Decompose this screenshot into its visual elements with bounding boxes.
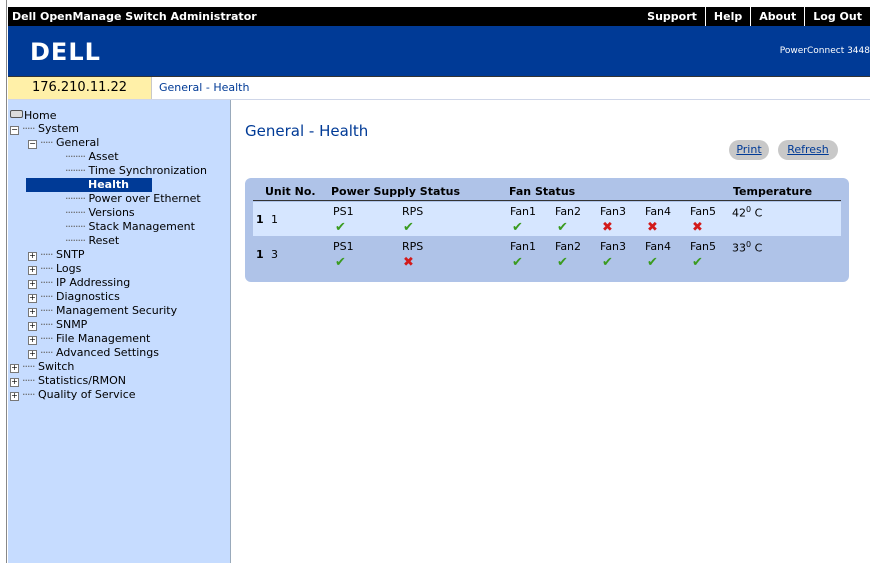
dell-logo: DELL bbox=[30, 38, 101, 66]
check-icon: ✔ bbox=[602, 255, 613, 270]
window-edge bbox=[0, 0, 8, 563]
expand-icon[interactable]: + bbox=[10, 392, 19, 401]
top-bar: Dell OpenManage Switch Administrator Sup… bbox=[8, 7, 870, 26]
row-marker: 1 bbox=[256, 213, 264, 226]
sidebar-item-asset[interactable]: ········ Asset bbox=[65, 150, 119, 164]
check-icon: ✔ bbox=[335, 220, 346, 235]
fan2-label: Fan2 bbox=[555, 205, 582, 218]
cross-icon: ✖ bbox=[403, 255, 414, 270]
sidebar-item-health[interactable]: Health bbox=[26, 178, 152, 192]
page-title: General - Health bbox=[245, 122, 369, 140]
expand-icon[interactable]: + bbox=[10, 378, 19, 387]
sidebar-item-versions[interactable]: ········ Versions bbox=[65, 206, 135, 220]
product-name: PowerConnect 3448 bbox=[779, 46, 870, 56]
temperature: 420 C bbox=[732, 205, 763, 220]
header-divider bbox=[253, 200, 841, 201]
sidebar-item-statistics-rmon[interactable]: + ····· Statistics/RMON bbox=[10, 374, 126, 388]
row-marker: 1 bbox=[256, 248, 264, 261]
power-header: Power Supply Status bbox=[331, 185, 461, 198]
cross-icon: ✖ bbox=[692, 220, 703, 235]
health-table: Unit No. Power Supply Status Fan Status … bbox=[245, 178, 849, 282]
sidebar-item-switch[interactable]: + ····· Switch bbox=[10, 360, 74, 374]
fan1-label: Fan1 bbox=[510, 205, 537, 218]
fan5-label: Fan5 bbox=[690, 240, 717, 253]
expand-icon[interactable]: + bbox=[28, 350, 37, 359]
rps-label: RPS bbox=[402, 205, 424, 218]
expand-icon[interactable]: + bbox=[28, 308, 37, 317]
sidebar-item-logs[interactable]: + ····· Logs bbox=[28, 262, 81, 276]
sidebar-item-time-sync[interactable]: ········ Time Synchronization bbox=[65, 164, 207, 178]
check-icon: ✔ bbox=[692, 255, 703, 270]
sidebar-item-reset[interactable]: ········ Reset bbox=[65, 234, 119, 248]
table-row: 1 3 PS1 ✔ RPS ✖ Fan1 ✔ Fan2 ✔ Fan3 ✔ Fan… bbox=[253, 237, 841, 271]
app-title: Dell OpenManage Switch Administrator bbox=[12, 10, 257, 23]
rps-label: RPS bbox=[402, 240, 424, 253]
check-icon: ✔ bbox=[335, 255, 346, 270]
sidebar-item-sntp[interactable]: + ····· SNTP bbox=[28, 248, 85, 262]
sidebar-item-system[interactable]: − ····· System bbox=[10, 122, 79, 136]
help-link[interactable]: Help bbox=[704, 7, 750, 26]
collapse-icon[interactable]: − bbox=[28, 140, 37, 149]
check-icon: ✔ bbox=[647, 255, 658, 270]
sidebar-item-general[interactable]: − ····· General bbox=[28, 136, 99, 150]
check-icon: ✔ bbox=[557, 255, 568, 270]
check-icon: ✔ bbox=[557, 220, 568, 235]
collapse-icon[interactable]: − bbox=[10, 126, 19, 135]
temperature: 330 C bbox=[732, 240, 763, 255]
about-link[interactable]: About bbox=[750, 7, 804, 26]
banner: DELL PowerConnect 3448 bbox=[8, 26, 870, 77]
expand-icon[interactable]: + bbox=[28, 322, 37, 331]
expand-icon[interactable]: + bbox=[10, 364, 19, 373]
device-ip: 176.210.11.22 bbox=[8, 77, 152, 99]
expand-icon[interactable]: + bbox=[28, 252, 37, 261]
expand-icon[interactable]: + bbox=[28, 294, 37, 303]
sidebar-item-management-security[interactable]: + ····· Management Security bbox=[28, 304, 177, 318]
expand-icon[interactable]: + bbox=[28, 336, 37, 345]
sidebar-item-snmp[interactable]: + ····· SNMP bbox=[28, 318, 87, 332]
address-bar: 176.210.11.22 General - Health bbox=[8, 77, 870, 100]
fan2-label: Fan2 bbox=[555, 240, 582, 253]
temp-header: Temperature bbox=[733, 185, 813, 198]
support-link[interactable]: Support bbox=[639, 7, 705, 26]
fan4-label: Fan4 bbox=[645, 240, 672, 253]
check-icon: ✔ bbox=[512, 255, 523, 270]
sidebar-item-home[interactable]: Home bbox=[10, 109, 56, 123]
sidebar-item-qos[interactable]: + ····· Quality of Service bbox=[10, 388, 136, 402]
unit-number: 3 bbox=[271, 248, 278, 261]
refresh-button[interactable]: Refresh bbox=[778, 140, 838, 160]
fan1-label: Fan1 bbox=[510, 240, 537, 253]
expand-icon[interactable]: + bbox=[28, 280, 37, 289]
top-links: Support Help About Log Out bbox=[639, 7, 870, 26]
cross-icon: ✖ bbox=[647, 220, 658, 235]
sidebar-item-file-management[interactable]: + ····· File Management bbox=[28, 332, 150, 346]
ps1-label: PS1 bbox=[333, 205, 354, 218]
check-icon: ✔ bbox=[403, 220, 414, 235]
fan-header: Fan Status bbox=[509, 185, 576, 198]
ps1-label: PS1 bbox=[333, 240, 354, 253]
logout-link[interactable]: Log Out bbox=[804, 7, 870, 26]
fan4-label: Fan4 bbox=[645, 205, 672, 218]
fan3-label: Fan3 bbox=[600, 240, 627, 253]
cross-icon: ✖ bbox=[602, 220, 613, 235]
unit-number: 1 bbox=[271, 213, 278, 226]
main-content: General - Health Print Refresh Unit No. … bbox=[231, 100, 870, 563]
unit-header: Unit No. bbox=[265, 185, 316, 198]
sidebar-item-stack-management[interactable]: ········ Stack Management bbox=[65, 220, 195, 234]
drive-icon bbox=[10, 110, 23, 118]
sidebar-item-advanced-settings[interactable]: + ····· Advanced Settings bbox=[28, 346, 159, 360]
breadcrumb: General - Health bbox=[159, 81, 250, 94]
print-button[interactable]: Print bbox=[729, 140, 769, 160]
sidebar-item-ip-addressing[interactable]: + ····· IP Addressing bbox=[28, 276, 130, 290]
sidebar-tree: Home − ····· System − ····· General ······… bbox=[8, 100, 231, 563]
sidebar-item-poe[interactable]: ········ Power over Ethernet bbox=[65, 192, 201, 206]
fan5-label: Fan5 bbox=[690, 205, 717, 218]
expand-icon[interactable]: + bbox=[28, 266, 37, 275]
check-icon: ✔ bbox=[512, 220, 523, 235]
sidebar-item-diagnostics[interactable]: + ····· Diagnostics bbox=[28, 290, 120, 304]
fan3-label: Fan3 bbox=[600, 205, 627, 218]
table-row: 1 1 PS1 ✔ RPS ✔ Fan1 ✔ Fan2 ✔ Fan3 ✖ Fan… bbox=[253, 202, 841, 236]
